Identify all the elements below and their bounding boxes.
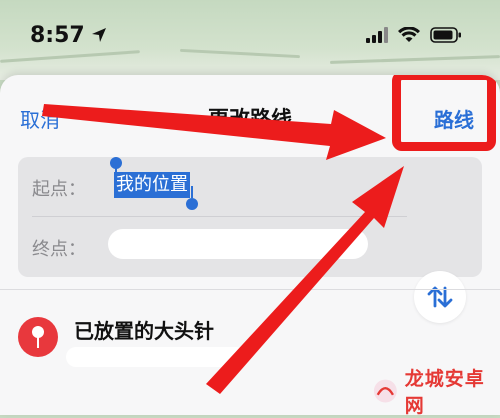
list-item-title: 已放置的大头针 — [74, 319, 214, 343]
start-value-selected[interactable]: 我的位置 — [114, 172, 190, 198]
time-text: 8:57 — [30, 22, 85, 48]
end-label: 终点： — [32, 239, 86, 260]
sheet-header: 取消 更改路线 路线 — [0, 75, 500, 155]
watermark-logo-icon — [373, 379, 397, 403]
battery-icon — [430, 27, 461, 43]
end-input[interactable] — [108, 229, 368, 259]
status-time: 8:57 — [30, 23, 107, 48]
wifi-icon — [398, 27, 420, 42]
watermark-text: 龙城安卓网 — [404, 368, 485, 417]
location-arrow-icon — [91, 28, 106, 42]
signal-icon — [366, 27, 388, 43]
pin-icon — [18, 317, 58, 357]
watermark: 龙城安卓网 — [372, 364, 500, 418]
end-field[interactable]: 终点： — [18, 217, 408, 275]
list-item-subtitle — [66, 347, 246, 367]
route-fields-card: 起点： 我的位置 终点： — [18, 157, 482, 277]
annotation-highlight-box — [392, 75, 496, 151]
selection-handle-end[interactable] — [186, 186, 198, 210]
status-icons — [366, 27, 462, 43]
status-bar: 8:57 — [0, 0, 500, 70]
list-divider — [0, 289, 500, 290]
selection-handle-start[interactable] — [110, 157, 122, 175]
start-field[interactable]: 起点： 我的位置 — [18, 157, 408, 215]
start-label: 起点： — [32, 179, 86, 200]
